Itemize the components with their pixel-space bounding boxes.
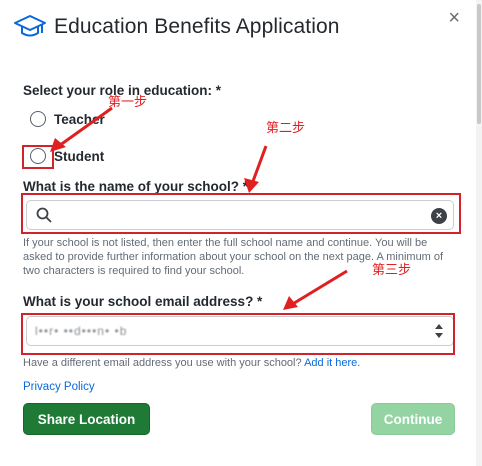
dialog-title: Education Benefits Application xyxy=(54,15,340,38)
annotation-box-email-select xyxy=(21,313,455,355)
annotation-arrow-step1 xyxy=(50,106,113,152)
email-label: What is your school email address? * xyxy=(23,294,263,309)
email-help: Have a different email address you use w… xyxy=(23,356,455,370)
continue-button[interactable]: Continue xyxy=(371,403,455,435)
annotation-arrow-step3 xyxy=(283,269,348,310)
add-email-link[interactable]: Add it here. xyxy=(304,357,360,369)
share-location-button[interactable]: Share Location xyxy=(23,403,150,435)
scrollbar-thumb[interactable] xyxy=(477,4,481,124)
email-help-text: Have a different email address you use w… xyxy=(23,357,302,369)
annotation-box-school-input xyxy=(21,193,461,234)
graduation-cap-icon xyxy=(14,15,46,37)
school-label: What is the name of your school? * xyxy=(23,179,249,194)
dialog-header: Education Benefits Application xyxy=(14,10,340,44)
education-benefits-dialog: Education Benefits Application × Select … xyxy=(0,0,482,466)
annotation-arrow-step2 xyxy=(244,145,268,193)
annotation-step2: 第二步 xyxy=(266,121,306,136)
scrollbar[interactable] xyxy=(476,0,482,466)
privacy-policy-link[interactable]: Privacy Policy xyxy=(23,381,95,393)
close-button[interactable]: × xyxy=(448,8,460,28)
annotation-step3: 第三步 xyxy=(372,263,412,278)
